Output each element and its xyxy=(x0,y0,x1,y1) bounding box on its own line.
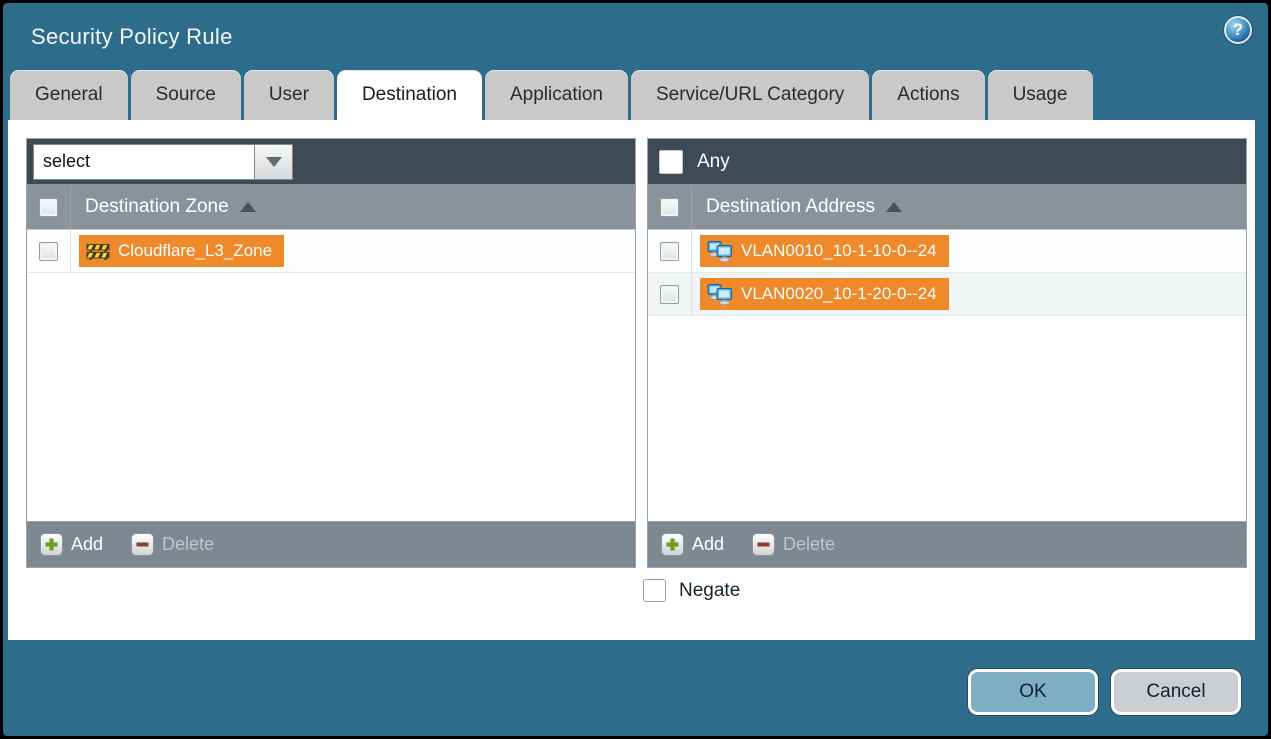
address-add-button[interactable]: Add xyxy=(661,533,724,556)
address-item[interactable]: VLAN0020_10-1-20-0--24 xyxy=(700,278,949,310)
negate-checkbox[interactable] xyxy=(643,579,666,602)
zone-select-input[interactable]: select xyxy=(33,144,255,180)
zone-toolbar: select xyxy=(27,139,635,185)
address-column-label: Destination Address xyxy=(706,196,875,218)
zone-column-title[interactable]: Destination Zone xyxy=(71,196,256,218)
zone-column-label: Destination Zone xyxy=(85,196,229,218)
sort-ascending-icon xyxy=(886,202,902,212)
tab-application-label: Application xyxy=(510,84,603,106)
zone-item[interactable]: Cloudflare_L3_Zone xyxy=(79,235,284,267)
zone-add-button[interactable]: Add xyxy=(40,533,103,556)
address-add-label: Add xyxy=(692,534,724,555)
negate-label: Negate xyxy=(679,580,740,602)
zone-select-all-checkbox[interactable] xyxy=(39,198,58,217)
zone-list: Cloudflare_L3_Zone xyxy=(27,230,635,521)
delete-icon xyxy=(131,533,154,556)
add-icon xyxy=(40,533,63,556)
address-column-title[interactable]: Destination Address xyxy=(692,196,902,218)
address-row: VLAN0020_10-1-20-0--24 xyxy=(648,273,1246,316)
tab-usage-label: Usage xyxy=(1013,84,1068,106)
destination-zone-panel: select Destination Zone xyxy=(26,138,636,568)
tab-source-label: Source xyxy=(156,84,216,106)
address-delete-button[interactable]: Delete xyxy=(752,533,835,556)
address-select-all-checkbox[interactable] xyxy=(660,198,679,217)
tab-destination[interactable]: Destination xyxy=(337,70,482,120)
address-item-label: VLAN0020_10-1-20-0--24 xyxy=(741,284,937,304)
zone-delete-button[interactable]: Delete xyxy=(131,533,214,556)
zone-icon xyxy=(86,241,110,261)
title-bar: Security Policy Rule ? xyxy=(3,3,1268,70)
address-row-checkbox[interactable] xyxy=(660,285,679,304)
security-policy-rule-dialog: Security Policy Rule ? General Source Us… xyxy=(0,0,1271,739)
ok-button[interactable]: OK xyxy=(968,669,1098,715)
address-column-header: Destination Address xyxy=(648,185,1246,230)
tab-actions[interactable]: Actions xyxy=(872,70,984,120)
zone-select-combobox: select xyxy=(33,144,293,180)
dialog-action-buttons: OK Cancel xyxy=(968,669,1241,715)
destination-tab-content: select Destination Zone xyxy=(8,120,1255,640)
add-icon xyxy=(661,533,684,556)
negate-row: Negate xyxy=(643,579,740,602)
address-list: VLAN0010_10-1-10-0--24 xyxy=(648,230,1246,521)
tab-application[interactable]: Application xyxy=(485,70,628,120)
zone-row-checkbox[interactable] xyxy=(39,242,58,261)
zone-select-dropdown-button[interactable] xyxy=(255,144,293,180)
address-item-label: VLAN0010_10-1-10-0--24 xyxy=(741,241,937,261)
address-footer: Add Delete xyxy=(648,521,1246,567)
chevron-down-icon xyxy=(266,157,282,167)
tab-general[interactable]: General xyxy=(10,70,128,120)
tab-usage[interactable]: Usage xyxy=(988,70,1093,120)
zone-footer: Add Delete xyxy=(27,521,635,567)
address-row-checkbox-cell xyxy=(648,273,692,315)
any-row: Any xyxy=(654,150,730,174)
zone-row-checkbox-cell xyxy=(27,230,71,272)
address-icon xyxy=(707,240,733,262)
any-checkbox[interactable] xyxy=(659,150,683,174)
any-label: Any xyxy=(697,151,730,173)
address-item[interactable]: VLAN0010_10-1-10-0--24 xyxy=(700,235,949,267)
address-row-checkbox-cell xyxy=(648,230,692,272)
zone-column-header: Destination Zone xyxy=(27,185,635,230)
help-icon[interactable]: ? xyxy=(1224,16,1252,44)
zone-row: Cloudflare_L3_Zone xyxy=(27,230,635,273)
tab-user-label: User xyxy=(269,84,309,106)
zone-select-all-cell xyxy=(27,185,71,229)
tab-user[interactable]: User xyxy=(244,70,334,120)
tab-actions-label: Actions xyxy=(897,84,959,106)
sort-ascending-icon xyxy=(240,202,256,212)
zone-add-label: Add xyxy=(71,534,103,555)
cancel-button[interactable]: Cancel xyxy=(1111,669,1241,715)
delete-icon xyxy=(752,533,775,556)
address-toolbar: Any xyxy=(648,139,1246,185)
dialog-title: Security Policy Rule xyxy=(31,24,233,50)
tab-service-url-category-label: Service/URL Category xyxy=(656,84,844,106)
tab-source[interactable]: Source xyxy=(131,70,241,120)
address-icon xyxy=(707,283,733,305)
tab-bar: General Source User Destination Applicat… xyxy=(3,70,1268,120)
address-select-all-cell xyxy=(648,185,692,229)
address-row-checkbox[interactable] xyxy=(660,242,679,261)
address-delete-label: Delete xyxy=(783,534,835,555)
destination-address-panel: Any Destination Address xyxy=(647,138,1247,568)
tab-service-url-category[interactable]: Service/URL Category xyxy=(631,70,869,120)
zone-delete-label: Delete xyxy=(162,534,214,555)
tab-general-label: General xyxy=(35,84,103,106)
address-row: VLAN0010_10-1-10-0--24 xyxy=(648,230,1246,273)
zone-item-label: Cloudflare_L3_Zone xyxy=(118,241,272,261)
tab-destination-label: Destination xyxy=(362,84,457,106)
